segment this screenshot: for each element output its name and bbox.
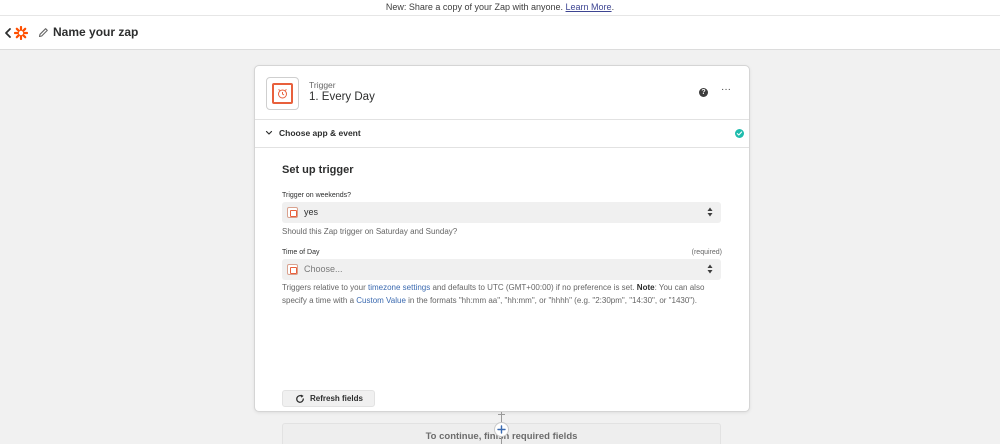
app-icon: [287, 264, 298, 275]
refresh-fields-button[interactable]: Refresh fields: [282, 390, 375, 407]
check-circle-icon: [735, 129, 744, 138]
hint-text-2: and defaults to UTC (GMT+00:00) if no pr…: [432, 283, 635, 292]
zapier-logo-icon[interactable]: [14, 26, 28, 40]
required-indicator: (required): [691, 249, 722, 256]
weekends-select-value: yes: [304, 207, 319, 217]
announcement-banner: New: Share a copy of your Zap with anyon…: [0, 0, 1000, 16]
chevron-left-icon[interactable]: [3, 26, 13, 40]
weekends-field-label: Trigger on weekends?: [282, 192, 352, 199]
app-icon: [287, 207, 298, 218]
plus-icon: [497, 425, 506, 434]
chevron-down-icon: [265, 130, 273, 135]
choose-app-event-section[interactable]: Choose app & event: [255, 120, 749, 148]
zap-name-input[interactable]: Name your zap: [53, 24, 138, 42]
pencil-icon[interactable]: [38, 27, 49, 38]
updown-arrows-icon: [707, 207, 713, 217]
banner-suffix: .: [611, 2, 615, 12]
hint-note: Note: [636, 283, 655, 292]
timezone-settings-link[interactable]: timezone settings: [368, 283, 430, 292]
add-step-button[interactable]: [494, 422, 509, 437]
more-options-icon[interactable]: ···: [721, 84, 731, 95]
time-of-day-hint: Triggers relative to your timezone setti…: [282, 281, 722, 307]
custom-value-link[interactable]: Custom Value: [356, 296, 406, 305]
step-type-label: Trigger: [309, 80, 336, 90]
banner-text: New: Share a copy of your Zap with anyon…: [385, 2, 564, 12]
form-title: Set up trigger: [282, 164, 354, 176]
updown-arrows-icon: [707, 264, 713, 274]
connector-tick: [498, 414, 505, 415]
weekends-select[interactable]: yes: [282, 202, 721, 223]
refresh-icon: [296, 394, 304, 403]
step-header[interactable]: Trigger 1. Every Day ? ···: [255, 66, 749, 120]
step-title: 1. Every Day: [309, 91, 375, 103]
time-of-day-select[interactable]: Choose...: [282, 259, 721, 280]
editor-topbar: Name your zap: [0, 16, 1000, 50]
trigger-step-card: Trigger 1. Every Day ? ··· Choose app & …: [254, 65, 750, 444]
hint-text-4: in the formats "hh:mm aa", "hh:mm", or "…: [408, 296, 698, 305]
hint-text-1: Triggers relative to your: [282, 283, 366, 292]
learn-more-link[interactable]: Learn More: [566, 2, 612, 12]
alarm-clock-icon: [266, 77, 299, 110]
help-icon[interactable]: ?: [699, 88, 708, 97]
weekends-hint: Should this Zap trigger on Saturday and …: [282, 227, 458, 236]
section-label: Choose app & event: [279, 128, 361, 138]
refresh-fields-label: Refresh fields: [310, 394, 363, 403]
time-of-day-placeholder: Choose...: [304, 264, 343, 274]
time-of-day-label: Time of Day: [282, 249, 320, 256]
